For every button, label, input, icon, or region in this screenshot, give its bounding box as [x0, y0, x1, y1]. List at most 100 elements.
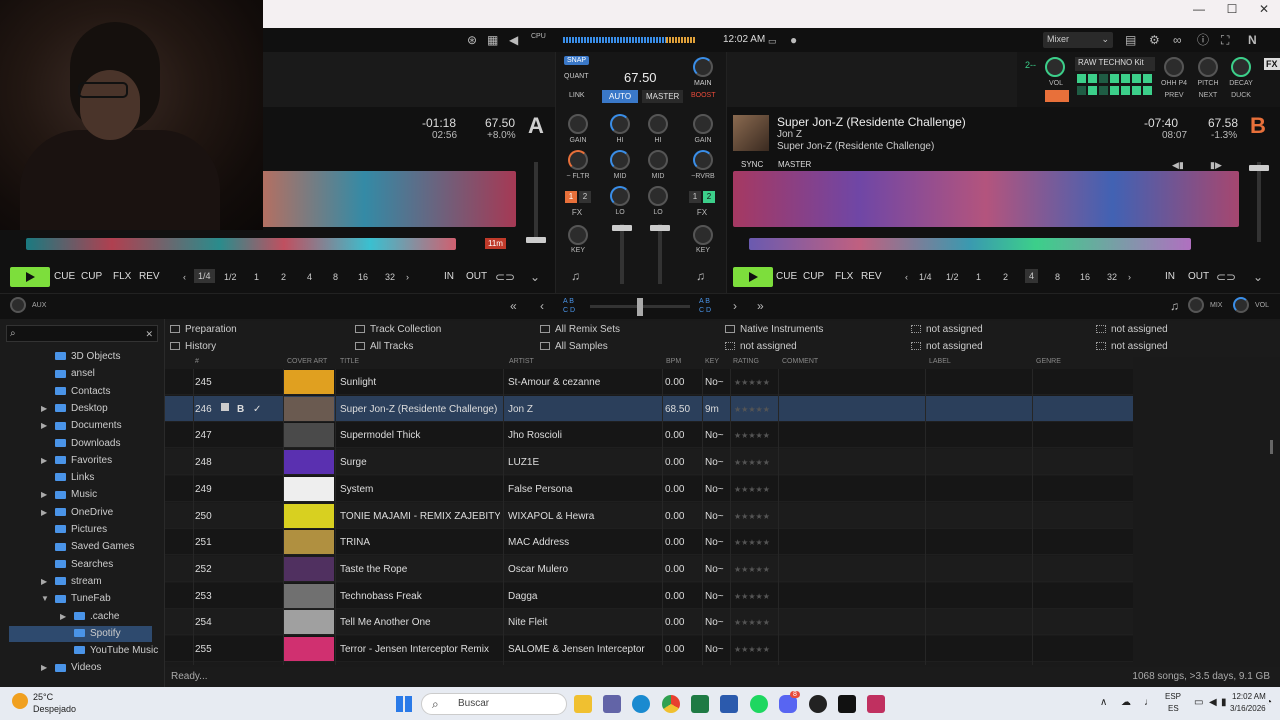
- deck-b-waveform[interactable]: [733, 171, 1239, 227]
- sidebar-item-youtube-music[interactable]: YouTube Music: [74, 643, 158, 659]
- expand-arrow-icon[interactable]: ▶: [41, 574, 47, 590]
- deck-a-beat-32[interactable]: 32: [385, 272, 395, 282]
- browser-toggle-icon[interactable]: ▤: [1125, 34, 1136, 46]
- col-comment[interactable]: COMMENT: [782, 358, 818, 365]
- chrome-icon[interactable]: [662, 695, 680, 713]
- sidebar-item-downloads[interactable]: Downloads: [55, 436, 120, 452]
- fav-preparation[interactable]: Preparation: [170, 324, 237, 335]
- language-code[interactable]: ESP: [1165, 692, 1181, 701]
- weather-desc[interactable]: Despejado: [33, 704, 76, 714]
- master-bpm[interactable]: 67.50: [624, 70, 657, 85]
- deck-a-in-button[interactable]: IN: [444, 271, 454, 282]
- file-explorer-icon[interactable]: [574, 695, 592, 713]
- expand-arrow-icon[interactable]: ▶: [41, 453, 47, 469]
- deck-a-beat-16[interactable]: 16: [358, 272, 368, 282]
- remix-prev-button[interactable]: PREV: [1159, 92, 1189, 99]
- music-app-icon[interactable]: [867, 695, 885, 713]
- deck-a-beat-2[interactable]: 2: [281, 272, 286, 282]
- record-dot-icon[interactable]: ●: [790, 34, 797, 46]
- expand-arrow-icon[interactable]: ▶: [60, 609, 66, 625]
- notifications-icon[interactable]: ◔: [1266, 697, 1272, 708]
- deck-a-loop-icon[interactable]: ⊂⊃: [495, 271, 515, 283]
- sidebar-item-documents[interactable]: ▶ Documents: [41, 418, 122, 434]
- col-artist[interactable]: ARTIST: [509, 358, 534, 365]
- crossfader-handle[interactable]: [637, 298, 643, 316]
- weather-sun-icon[interactable]: [12, 693, 28, 709]
- col-title[interactable]: TITLE: [340, 358, 359, 365]
- channel-a-fx2-button[interactable]: 2: [579, 191, 591, 203]
- microphone-icon[interactable]: ♩: [1144, 697, 1154, 708]
- sidebar-item-ansel[interactable]: ansel: [55, 366, 95, 382]
- expand-arrow-icon[interactable]: ▶: [41, 401, 47, 417]
- table-row[interactable]: 250 TONIE MAJAMI - REMIX ZAJEBITY WIXAPOL …: [165, 502, 1133, 529]
- table-row[interactable]: 252 Taste the Rope Oscar Mulero 0.00 No~ ★★★★…: [165, 555, 1133, 582]
- col-rating[interactable]: RATING: [733, 358, 759, 365]
- deck-a-beat-8[interactable]: 8: [333, 272, 338, 282]
- taskbar-time[interactable]: 12:02 AM: [1232, 692, 1266, 701]
- deck-a-loop-length[interactable]: 11m: [485, 238, 506, 249]
- table-row[interactable]: 249 System False Persona 0.00 No~ ★★★★★: [165, 475, 1133, 502]
- quant-button[interactable]: QUANT: [564, 73, 589, 80]
- deck-a-expand-icon[interactable]: ⌄: [530, 271, 540, 283]
- fav-slot-6[interactable]: not assigned: [1096, 324, 1168, 335]
- speaker-icon[interactable]: ◀: [509, 34, 518, 46]
- remix-play-button[interactable]: [1045, 90, 1069, 102]
- settings-gear-icon[interactable]: ⚙: [1149, 34, 1160, 46]
- remix-next-button[interactable]: NEXT: [1193, 92, 1223, 99]
- deck-b-cup-button[interactable]: CUP: [803, 271, 824, 282]
- taskbar-search[interactable]: ⌕ Buscar: [421, 693, 567, 715]
- rating-stars[interactable]: ★★★★★: [734, 645, 770, 654]
- record-icon[interactable]: ⊛: [467, 34, 477, 46]
- table-row[interactable]: 245 Sunlight St-Amour & cezanne 0.00 No~ ★★★★…: [165, 369, 1133, 395]
- table-scrollbar[interactable]: [1270, 440, 1273, 454]
- deck-a-beat-prev[interactable]: ‹: [183, 272, 186, 282]
- fav-slot-5[interactable]: not assigned: [911, 324, 983, 335]
- expand-arrow-icon[interactable]: ▶: [41, 660, 47, 676]
- table-row[interactable]: 246 B ✓ Super Jon-Z (Residente Challenge) Jo…: [165, 395, 1133, 422]
- deck-b-tempo-fader[interactable]: [1249, 165, 1269, 171]
- table-row[interactable]: 254 Tell Me Another One Nite Fleit 0.00 No~ ★…: [165, 609, 1133, 636]
- sidebar-item-favorites[interactable]: ▶ Favorites: [41, 453, 112, 469]
- channel-b-fx1-button[interactable]: 1: [689, 191, 701, 203]
- link-button[interactable]: LINK: [569, 92, 585, 99]
- deck-b-overview[interactable]: [749, 238, 1191, 250]
- teams-icon[interactable]: [603, 695, 621, 713]
- channel-b-fx2-button[interactable]: 2: [703, 191, 715, 203]
- crossfader-left-fast-icon[interactable]: «: [510, 300, 517, 312]
- deck-b-loop-icon[interactable]: ⊂⊃: [1216, 271, 1236, 283]
- sidebar-item-3d-objects[interactable]: 3D Objects: [55, 349, 120, 365]
- crossfader-assign-left[interactable]: A BC D: [563, 297, 575, 315]
- weather-temp[interactable]: 25°C: [33, 692, 53, 702]
- deck-b-beat-16[interactable]: 16: [1080, 272, 1090, 282]
- deck-b-expand-icon[interactable]: ⌄: [1253, 271, 1263, 283]
- crossfader-assign-right[interactable]: A BC D: [699, 297, 711, 315]
- sidebar-item-links[interactable]: Links: [55, 470, 94, 486]
- fav-all-remix-sets[interactable]: All Remix Sets: [540, 324, 620, 335]
- deck-a-tempo-fader[interactable]: [526, 237, 546, 243]
- sidebar-item-contacts[interactable]: Contacts: [55, 384, 110, 400]
- main-volume-knob[interactable]: [693, 57, 713, 77]
- channel-b-filter-knob[interactable]: [693, 150, 713, 170]
- deck-b-beat-32[interactable]: 32: [1107, 272, 1117, 282]
- rating-stars[interactable]: ★★★★★: [734, 618, 770, 627]
- table-row[interactable]: 248 Surge LUZ1E 0.00 No~ ★★★★★: [165, 449, 1133, 476]
- deck-a-rev-button[interactable]: REV: [139, 271, 160, 282]
- deck-b-rev-button[interactable]: REV: [861, 271, 882, 282]
- fullscreen-icon[interactable]: ⛶: [1221, 34, 1229, 46]
- remix-fx-button[interactable]: FX: [1264, 58, 1280, 70]
- fav-all-tracks[interactable]: All Tracks: [355, 341, 413, 352]
- deck-b-in-button[interactable]: IN: [1165, 271, 1175, 282]
- remix-decay-knob[interactable]: [1231, 57, 1251, 77]
- rating-stars[interactable]: ★★★★★: [734, 592, 770, 601]
- deck-b-bpm[interactable]: 67.58: [1208, 116, 1238, 130]
- sidebar-item-videos[interactable]: ▶ Videos: [41, 660, 101, 676]
- deck-b-flx-button[interactable]: FLX: [835, 271, 853, 282]
- table-row[interactable]: 247 Supermodel Thick Jho Roscioli 0.00 No~ ★★…: [165, 422, 1133, 449]
- fav-slot-11[interactable]: not assigned: [911, 341, 983, 352]
- col-label[interactable]: LABEL: [929, 358, 951, 365]
- fav-all-samples[interactable]: All Samples: [540, 341, 608, 352]
- tray-chevron-icon[interactable]: ∧: [1100, 697, 1107, 708]
- remix-ohh-knob[interactable]: [1164, 57, 1184, 77]
- channel-a-gain-knob[interactable]: [568, 114, 588, 134]
- deck-b-jump-back-icon[interactable]: ◀▮: [1172, 159, 1184, 171]
